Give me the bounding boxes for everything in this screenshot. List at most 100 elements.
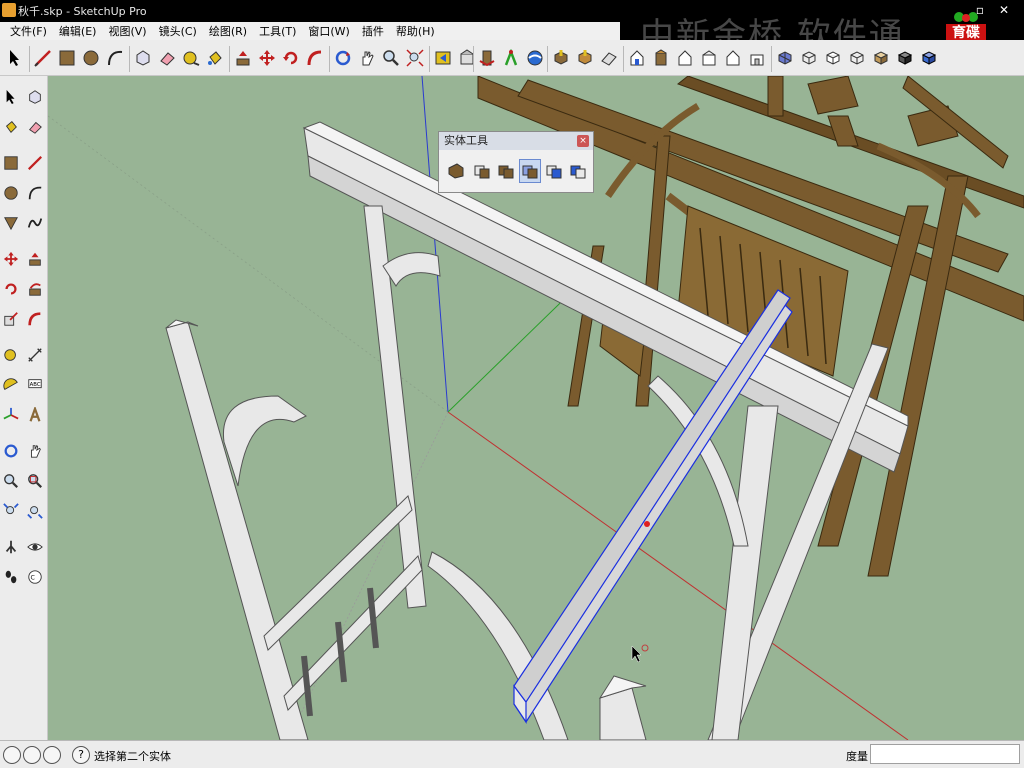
- zoom-icon[interactable]: [380, 45, 402, 71]
- pan-icon[interactable]: [356, 45, 378, 71]
- rectangle-icon[interactable]: [0, 150, 22, 176]
- user-icon[interactable]: [43, 746, 61, 764]
- menu-edit[interactable]: 编辑(E): [53, 23, 103, 39]
- xray-box-icon[interactable]: [918, 45, 940, 71]
- wireframe-icon[interactable]: [798, 45, 820, 71]
- pan-icon[interactable]: [24, 438, 46, 464]
- follow-me-icon[interactable]: [304, 45, 326, 71]
- logo-icon: [954, 12, 978, 22]
- top-view-icon[interactable]: [598, 45, 620, 71]
- menu-help[interactable]: 帮助(H): [390, 23, 441, 39]
- menu-camera[interactable]: 镜头(C): [153, 23, 203, 39]
- front-view-icon[interactable]: [626, 45, 648, 71]
- 3d-text-icon[interactable]: [24, 402, 46, 428]
- rotate-icon[interactable]: [280, 45, 302, 71]
- outer-shell-icon[interactable]: [445, 159, 467, 183]
- rotate-icon[interactable]: [0, 276, 22, 302]
- make-component-icon[interactable]: [24, 84, 46, 110]
- paint-bucket-icon[interactable]: [204, 45, 226, 71]
- polygon-icon[interactable]: [0, 210, 22, 236]
- circle-icon[interactable]: [80, 45, 102, 71]
- move-icon[interactable]: [256, 45, 278, 71]
- menu-plugins[interactable]: 插件: [356, 23, 390, 39]
- select-icon[interactable]: [4, 45, 26, 71]
- menu-bar: 文件(F) 编辑(E) 视图(V) 镜头(C) 绘图(R) 工具(T) 窗口(W…: [0, 22, 620, 40]
- protractor-icon[interactable]: [0, 372, 22, 398]
- previous-view-icon[interactable]: [432, 45, 454, 71]
- trim-icon[interactable]: [543, 159, 565, 183]
- panel-close-icon[interactable]: ×: [577, 135, 589, 147]
- make-component-icon[interactable]: [132, 45, 154, 71]
- union-icon[interactable]: [495, 159, 517, 183]
- eraser-icon[interactable]: [156, 45, 178, 71]
- walk-icon[interactable]: [0, 564, 22, 590]
- zoom-window-icon[interactable]: [24, 468, 46, 494]
- previous-icon[interactable]: [24, 498, 46, 524]
- shaded-texture-icon[interactable]: [870, 45, 892, 71]
- close-icon[interactable]: ✕: [994, 2, 1014, 18]
- follow-me-icon[interactable]: [24, 276, 46, 302]
- paint-bucket-icon[interactable]: [0, 114, 22, 140]
- subtract-icon[interactable]: [519, 159, 541, 183]
- look-around-icon[interactable]: [524, 45, 546, 71]
- position-camera-icon[interactable]: [476, 45, 498, 71]
- menu-file[interactable]: 文件(F): [4, 23, 53, 39]
- svg-text:ABC: ABC: [30, 382, 41, 388]
- left-view-icon[interactable]: [698, 45, 720, 71]
- eraser-icon[interactable]: [24, 114, 46, 140]
- tape-measure-icon[interactable]: [180, 45, 202, 71]
- position-camera-icon[interactable]: [0, 534, 22, 560]
- zoom-icon[interactable]: [0, 468, 22, 494]
- select-icon[interactable]: [0, 84, 22, 110]
- tape-measure-icon[interactable]: [0, 342, 22, 368]
- house-view-icon[interactable]: [746, 45, 768, 71]
- text-icon[interactable]: ABC: [24, 372, 46, 398]
- freehand-icon[interactable]: [24, 210, 46, 236]
- line-icon[interactable]: [32, 45, 54, 71]
- menu-draw[interactable]: 绘图(R): [203, 23, 253, 39]
- monochrome-icon[interactable]: [894, 45, 916, 71]
- geo-location-icon[interactable]: [3, 746, 21, 764]
- menu-view[interactable]: 视图(V): [102, 23, 152, 39]
- shaded-icon[interactable]: [846, 45, 868, 71]
- walk-icon[interactable]: [500, 45, 522, 71]
- move-icon[interactable]: [0, 246, 22, 272]
- help-icon[interactable]: ?: [72, 746, 90, 764]
- right-view-icon[interactable]: [650, 45, 672, 71]
- look-around-icon[interactable]: [24, 534, 46, 560]
- orbit-icon[interactable]: [0, 438, 22, 464]
- hidden-line-icon[interactable]: [822, 45, 844, 71]
- push-pull-icon[interactable]: [24, 246, 46, 272]
- zoom-extents-icon[interactable]: [0, 498, 22, 524]
- xray-icon[interactable]: [774, 45, 796, 71]
- rectangle-icon[interactable]: [56, 45, 78, 71]
- next-view-icon[interactable]: [456, 45, 478, 71]
- axes-icon[interactable]: [0, 402, 22, 428]
- circle-icon[interactable]: [0, 180, 22, 206]
- arc-icon[interactable]: [104, 45, 126, 71]
- bottom-view-icon[interactable]: [722, 45, 744, 71]
- arc-icon[interactable]: [24, 180, 46, 206]
- section-plane-icon[interactable]: C: [24, 564, 46, 590]
- orbit-icon[interactable]: [332, 45, 354, 71]
- menu-tools[interactable]: 工具(T): [253, 23, 302, 39]
- push-pull-icon[interactable]: [232, 45, 254, 71]
- solid-tools-panel: 实体工具 ×: [438, 131, 594, 193]
- split-icon[interactable]: [567, 159, 589, 183]
- scale-icon[interactable]: [0, 306, 22, 332]
- section-plane-icon[interactable]: [550, 45, 572, 71]
- back-view-icon[interactable]: [674, 45, 696, 71]
- zoom-extents-icon[interactable]: [404, 45, 426, 71]
- line-icon[interactable]: [24, 150, 46, 176]
- menu-window[interactable]: 窗口(W): [302, 23, 355, 39]
- panel-title: 实体工具: [439, 132, 593, 150]
- intersect-icon[interactable]: [471, 159, 493, 183]
- measurements-input[interactable]: [870, 744, 1020, 764]
- credits-icon[interactable]: [23, 746, 41, 764]
- measurements-label: 度量: [846, 750, 868, 763]
- toolbar-separator: [229, 46, 230, 72]
- toolbar-separator: [623, 46, 624, 72]
- iso-view-icon[interactable]: [574, 45, 596, 71]
- offset-icon[interactable]: [24, 306, 46, 332]
- dimension-icon[interactable]: [24, 342, 46, 368]
